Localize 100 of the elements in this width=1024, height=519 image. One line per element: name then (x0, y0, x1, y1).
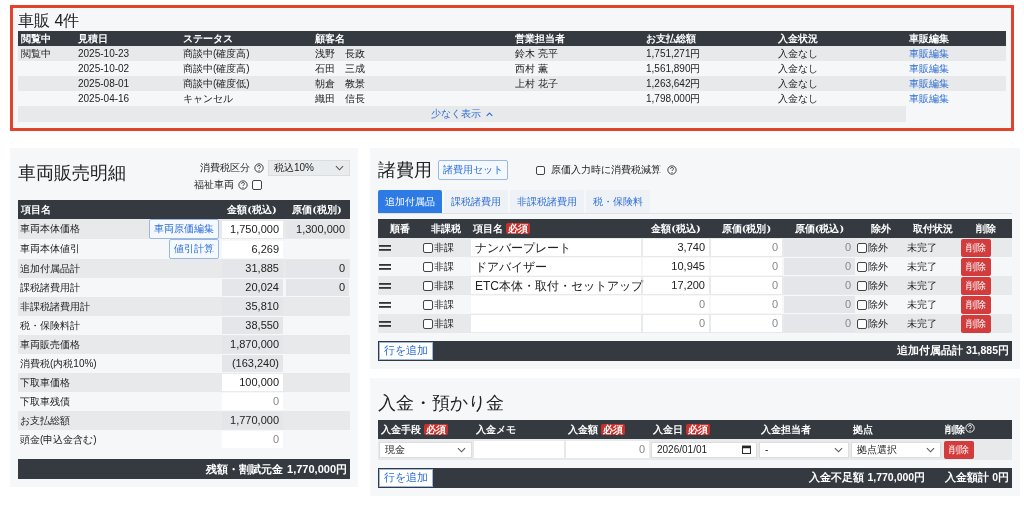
help-icon[interactable] (667, 165, 677, 175)
table-cell: 入金なし (778, 92, 818, 104)
amount-field[interactable]: 1,750,000 (222, 220, 283, 238)
drag-handle-icon[interactable] (379, 321, 391, 327)
column-header: 削除 (976, 222, 996, 234)
chevron-down-icon (926, 446, 935, 453)
summary-label: 入金不足額 (809, 471, 865, 485)
tab[interactable]: 追加付属品 (378, 190, 442, 213)
drag-handle-icon[interactable] (379, 283, 391, 289)
method-select[interactable]: 現金 (379, 441, 472, 458)
amount-field[interactable]: 10,945 (643, 258, 709, 275)
amount-field[interactable]: 0 (222, 393, 283, 410)
tab[interactable]: 税・保険料 (586, 190, 650, 213)
amount-field[interactable]: 3,740 (643, 239, 709, 256)
drag-handle-icon[interactable] (379, 264, 391, 270)
delete-button[interactable]: 削除 (961, 257, 991, 276)
branch-select[interactable]: 拠点選択 (851, 441, 941, 458)
checkbox[interactable] (857, 318, 867, 329)
cost-field[interactable]: 0 (711, 239, 782, 256)
row-label: 消費税(内税10%) (20, 356, 97, 371)
cost-field: 0 (784, 315, 855, 332)
tab[interactable]: 課税諸費用 (444, 190, 508, 213)
tax-select[interactable]: 税込10% (268, 160, 350, 176)
checkbox-label: 非課 (434, 259, 454, 274)
help-icon[interactable] (254, 163, 264, 173)
cost-field[interactable]: 0 (711, 315, 782, 332)
checkbox[interactable] (423, 318, 433, 329)
edit-link[interactable]: 車販編集 (909, 62, 949, 74)
delete-button[interactable]: 削除 (961, 314, 991, 333)
action-button[interactable]: 車両原価編集 (149, 219, 219, 239)
drag-handle-icon[interactable] (379, 302, 391, 308)
name-field[interactable]: ドアバイザー (471, 258, 641, 275)
checkbox[interactable] (423, 280, 433, 291)
checkbox[interactable] (252, 180, 262, 190)
delete-button[interactable]: 削除 (961, 295, 991, 314)
panel-title: 入金・預かり金 (378, 391, 505, 415)
show-less-button[interactable]: 少なく表示 (428, 106, 496, 122)
amount-field: 1,770,000 (222, 412, 283, 429)
date-field[interactable]: 2026/01/01 (651, 441, 757, 458)
amount-field[interactable]: 0 (643, 296, 709, 313)
delete-button[interactable]: 削除 (961, 276, 991, 295)
column-header: 取付状況 (913, 222, 953, 234)
tab[interactable]: 非課税諸費用 (510, 190, 584, 213)
table-cell: 織田 信長 (315, 92, 365, 104)
required-badge: 必須 (424, 423, 448, 435)
amount-field[interactable]: 0 (222, 431, 283, 448)
checkbox-label: 非課 (434, 297, 454, 312)
checkbox[interactable] (536, 165, 545, 175)
amount-field[interactable]: 0 (566, 441, 649, 458)
edit-link[interactable]: 車販編集 (909, 47, 949, 59)
action-button[interactable]: 値引計算 (169, 239, 219, 259)
panel-title: 車両販売明細 (18, 161, 126, 185)
edit-link[interactable]: 車販編集 (909, 92, 949, 104)
name-field[interactable]: ナンバープレート (471, 239, 641, 256)
staff-select[interactable]: - (759, 441, 849, 458)
table-cell: 石田 三成 (315, 62, 365, 74)
drag-handle-icon[interactable] (379, 245, 391, 251)
checkbox-label: 除外 (868, 316, 888, 331)
amount-field[interactable]: 100,000 (222, 374, 283, 391)
row-label: 下取車残債 (20, 394, 70, 409)
amount-field: 31,885 (222, 260, 283, 277)
amount-field: (163,240) (222, 355, 283, 372)
cost-field[interactable]: 0 (711, 296, 782, 313)
required-badge: 必須 (601, 423, 625, 435)
delete-button[interactable]: 削除 (944, 440, 974, 459)
help-icon[interactable] (238, 180, 248, 190)
checkbox[interactable] (423, 299, 433, 310)
cost-field[interactable]: 0 (711, 258, 782, 275)
table-cell: キャンセル (183, 92, 233, 104)
amount-field[interactable]: 6,269 (222, 240, 283, 258)
row-label: 車両本体価格 (20, 222, 80, 236)
checkbox[interactable] (857, 261, 867, 272)
cost-field[interactable]: 0 (711, 277, 782, 294)
add-row-button[interactable]: 行を追加 (379, 342, 433, 360)
column-header: 営業担当者 (512, 31, 643, 46)
panel-title: 諸費用 (378, 158, 432, 182)
table-cell: 商談中(確度低) (183, 77, 250, 89)
checkbox-label: 非課 (434, 240, 454, 255)
amount-field[interactable]: 17,200 (643, 277, 709, 294)
summary-value: 0円 (992, 471, 1009, 485)
checkbox-label: 非課 (434, 316, 454, 331)
checkbox[interactable] (423, 242, 433, 253)
install-status: 未完了 (907, 317, 937, 329)
row-label: 車両販売価格 (20, 337, 80, 352)
install-status: 未完了 (907, 298, 937, 310)
chevron-down-icon (335, 165, 344, 171)
expense-set-button[interactable]: 諸費用セット (438, 160, 508, 180)
amount-field[interactable]: 0 (643, 315, 709, 332)
add-row-button[interactable]: 行を追加 (379, 469, 433, 487)
chevron-down-icon (457, 446, 466, 453)
delete-button[interactable]: 削除 (961, 238, 991, 257)
checkbox[interactable] (857, 299, 867, 310)
row-label: 車両本体値引 (20, 242, 80, 256)
edit-link[interactable]: 車販編集 (909, 77, 949, 89)
checkbox[interactable] (857, 242, 867, 253)
checkbox-label: 原価入力時に消費税減算 (551, 163, 661, 177)
checkbox[interactable] (857, 280, 867, 291)
checkbox[interactable] (423, 261, 433, 272)
cost-field: 0 (286, 279, 349, 296)
amount-field: 35,810 (222, 298, 283, 315)
